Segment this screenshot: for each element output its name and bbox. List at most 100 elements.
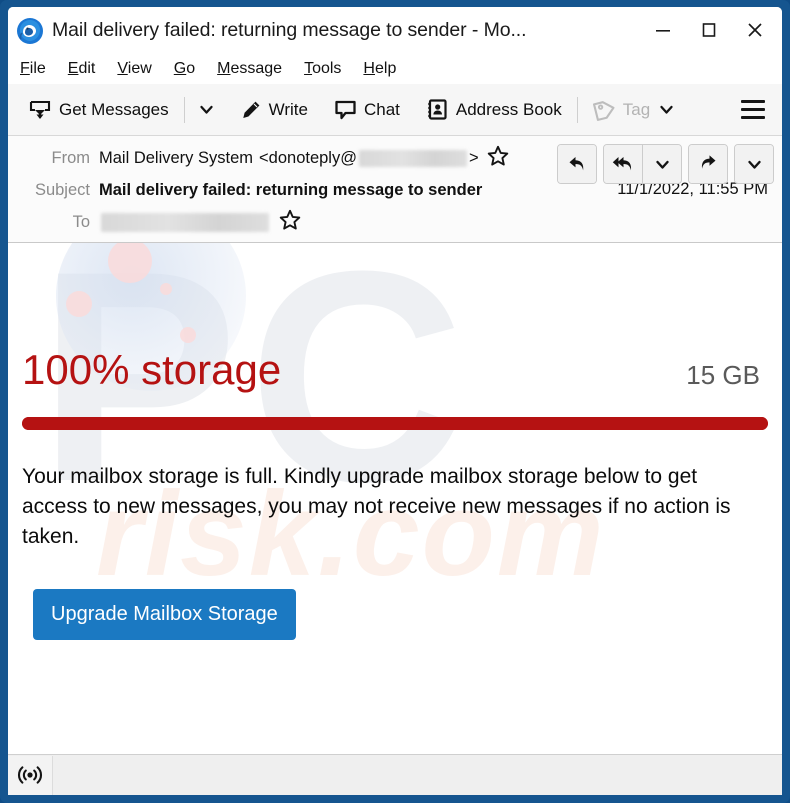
chevron-down-icon [747,160,761,169]
forward-icon [701,155,716,169]
menu-item-tools-rest: ools [312,60,342,77]
reply-icon [569,157,584,171]
minimize-button[interactable] [640,10,686,50]
close-button[interactable] [732,10,778,50]
chat-button[interactable]: Chat [328,91,406,129]
from-value[interactable]: Mail Delivery System <donoteply@ > [99,145,509,172]
to-value[interactable] [99,209,301,236]
maximize-button[interactable] [686,10,732,50]
body-content: 100% storage 15 GB Your mailbox storage … [8,243,782,641]
maximize-icon [702,23,716,37]
storage-progress-fill [22,417,768,430]
from-address-redacted [358,149,467,167]
get-messages-label: Get Messages [59,99,169,119]
menu-item-edit[interactable]: Edit [68,60,96,78]
tag-icon [592,101,615,121]
get-messages-button[interactable]: Get Messages [22,91,175,129]
from-address-suffix: > [468,148,479,167]
chat-label: Chat [363,99,400,119]
tag-button[interactable]: Tag [587,91,681,129]
chevron-down-icon [655,160,669,169]
tag-label: Tag [622,99,651,119]
storage-percent-label: 100% storage [22,346,282,393]
toolbar-divider-1 [183,96,185,123]
more-actions-group [734,144,774,184]
reply-all-group [603,144,682,184]
application-window: Mail delivery failed: returning message … [0,0,790,803]
hamburger-icon-bar [741,100,765,103]
title-bar: Mail delivery failed: returning message … [8,7,782,54]
menu-accesskey: E [67,60,79,77]
menu-accesskey: F [20,60,30,77]
storage-progress-bar [22,417,768,430]
from-display-name: Mail Delivery System [99,148,254,167]
message-action-buttons [557,144,774,184]
menu-item-view-rest: iew [127,60,152,77]
menu-item-message-rest: essage [230,60,283,77]
close-icon [748,23,762,37]
from-address-prefix: <donoteply@ [259,148,357,167]
write-label: Write [268,99,308,119]
menu-accesskey: G [173,60,187,77]
message-body: PC risk.com 100% storage 15 GB Your mail… [8,243,782,709]
forward-button[interactable] [689,145,727,183]
menu-bar: File Edit View Go Message Tools Help [8,54,782,84]
menu-item-help-rest: elp [374,60,397,77]
header-row-to: To [8,206,782,238]
to-address-redacted [101,212,269,232]
menu-item-go-rest: o [186,60,196,77]
reply-all-dropdown[interactable] [642,145,681,183]
tag-dropdown[interactable] [658,101,675,118]
reply-all-button[interactable] [604,145,642,183]
status-bar [8,754,782,795]
pencil-icon [242,101,260,118]
hamburger-icon-bar [741,108,765,111]
menu-item-message[interactable]: Message [217,60,282,78]
menu-item-file[interactable]: File [20,60,46,78]
address-book-icon [428,99,447,120]
star-icon[interactable] [279,209,301,236]
chevron-down-icon [200,105,213,114]
toolbar-divider-2 [576,96,578,123]
subject-value: Mail delivery failed: returning message … [99,180,483,199]
chat-bubble-icon [335,100,356,120]
chevron-down-icon [660,105,673,114]
storage-summary-row: 100% storage 15 GB [22,243,768,391]
menu-item-help[interactable]: Help [363,60,396,78]
message-header: From Mail Delivery System <donoteply@ > … [8,136,782,243]
app-menu-button[interactable] [738,95,768,125]
window-inner: Mail delivery failed: returning message … [8,7,782,795]
get-messages-dropdown[interactable] [194,93,220,127]
write-button[interactable]: Write [234,91,314,129]
menu-item-edit-rest: dit [78,60,96,77]
hamburger-icon-bar [741,116,765,119]
from-label: From [51,148,91,167]
star-icon[interactable] [487,145,509,172]
menu-item-view[interactable]: View [117,60,151,78]
window-controls [640,10,778,50]
menu-accesskey: V [117,60,128,77]
menu-accesskey: H [363,60,375,77]
address-book-label: Address Book [455,99,562,119]
thunderbird-icon [16,17,44,45]
menu-item-tools[interactable]: Tools [304,60,341,78]
menu-accesskey: M [217,60,231,77]
minimize-icon [656,30,670,32]
to-label: To [72,212,90,231]
reply-button[interactable] [558,145,596,183]
main-toolbar: Get Messages Write Chat Address Book Tag [8,84,782,136]
body-paragraph: Your mailbox storage is full. Kindly upg… [22,465,731,548]
get-messages-icon [29,100,51,119]
more-actions-dropdown[interactable] [735,145,773,183]
address-book-button[interactable]: Address Book [420,91,568,129]
menu-item-go[interactable]: Go [174,60,195,78]
upgrade-mailbox-storage-button[interactable]: Upgrade Mailbox Storage [33,589,296,641]
reply-all-icon [612,157,632,171]
broadcast-icon [18,766,42,784]
broadcast-status-button[interactable] [8,755,53,795]
menu-accesskey: T [304,60,313,77]
window-title: Mail delivery failed: returning message … [52,19,527,41]
forward-group [688,144,728,184]
menu-item-file-rest: ile [29,60,46,77]
reply-group [557,144,597,184]
